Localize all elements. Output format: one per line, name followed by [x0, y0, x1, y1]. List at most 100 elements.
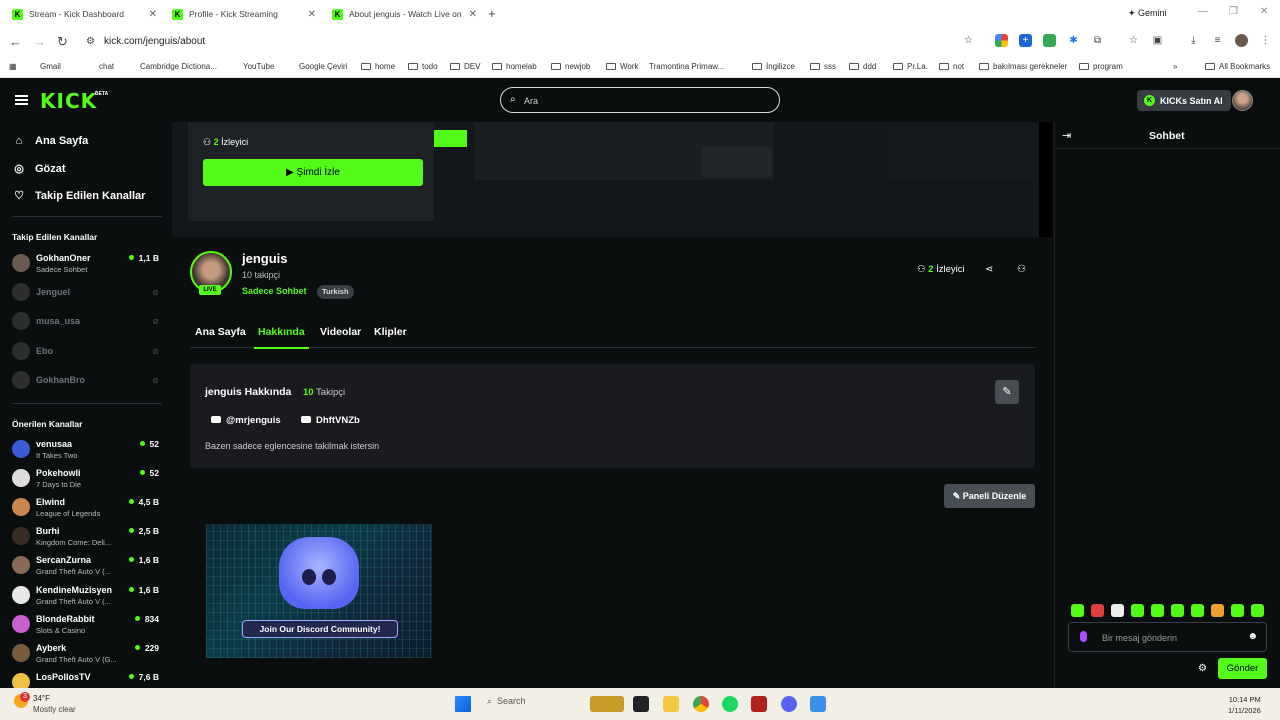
kick-logo[interactable]: KICK — [40, 89, 97, 113]
emote-icon[interactable] — [1111, 604, 1124, 617]
bookmark-home[interactable]: home — [361, 62, 395, 71]
tab-clips[interactable]: Klipler — [374, 326, 407, 338]
discord-link[interactable]: DhftVNZb — [301, 415, 360, 426]
channel-item[interactable]: musa_usa ⊘ — [12, 309, 162, 335]
url-field[interactable]: kick.com/jenguis/about — [104, 36, 205, 47]
system-clock[interactable]: 10:14 PM 1/11/2026 — [1228, 694, 1261, 716]
media-icon[interactable]: ≡ — [1211, 34, 1224, 47]
search-input[interactable]: ⌕ Ara — [500, 87, 780, 113]
bookmark-tramontina[interactable]: Tramontina Primaw... — [649, 62, 724, 71]
tab-videos[interactable]: Videolar — [320, 326, 361, 338]
close-tab-icon[interactable]: ✕ — [149, 9, 157, 20]
emote-icon[interactable] — [1091, 604, 1104, 617]
channel-item[interactable]: BlondeRabbit Slots & Casino 834 — [12, 612, 162, 638]
reload-icon[interactable]: ↻ — [57, 34, 68, 50]
extension-icon[interactable] — [1043, 34, 1056, 47]
bookmark-ingilizce[interactable]: İngilizce — [752, 62, 795, 71]
emote-icon[interactable] — [1191, 604, 1204, 617]
close-tab-icon[interactable]: ✕ — [469, 9, 477, 20]
back-icon[interactable]: ← — [9, 34, 22, 49]
channel-item[interactable]: Ebo ⊘ — [12, 339, 162, 365]
emote-icon[interactable] — [1231, 604, 1244, 617]
chat-settings-icon[interactable]: ⚙ — [1198, 663, 1207, 674]
new-tab-icon[interactable]: + — [488, 6, 496, 21]
channel-item[interactable]: SercanZurna Grand Theft Auto V (... 1,6 … — [12, 553, 162, 579]
close-window-icon[interactable]: ✕ — [1260, 6, 1268, 17]
discord-panel-image[interactable]: Join Our Discord Community! — [206, 524, 432, 658]
all-bookmarks[interactable]: All Bookmarks — [1205, 62, 1270, 71]
category-link[interactable]: Sadece Sohbet — [242, 286, 307, 296]
bookmark-bakilmasi[interactable]: bakılması gerekneler — [979, 62, 1067, 71]
bookmark-gmail[interactable]: Gmail — [40, 62, 61, 71]
emote-icon[interactable] — [1211, 604, 1224, 617]
menu-dots-icon[interactable]: ⋮ — [1259, 34, 1272, 47]
bookmark-google-ceviri[interactable]: Google Çeviri — [299, 62, 347, 71]
file-explorer-icon[interactable] — [663, 696, 679, 712]
channel-item[interactable]: Ayberk Grand Theft Auto V (G... 229 — [12, 641, 162, 667]
tab-home[interactable]: Ana Sayfa — [195, 326, 246, 338]
channel-item[interactable]: Elwind League of Legends 4,5 B — [12, 495, 162, 521]
share-icon[interactable]: ⋖ — [985, 264, 993, 275]
taskbar-app-icon[interactable] — [810, 696, 826, 712]
channel-item[interactable]: KendineMuzisyen Grand Theft Auto V (... … — [12, 583, 162, 609]
browser-tab-about[interactable]: K About jenguis - Watch Live on ✕ — [332, 4, 477, 24]
extension-icon[interactable] — [995, 34, 1008, 47]
bookmark-work[interactable]: Work — [606, 62, 639, 71]
channel-item[interactable]: GokhanBro ⊘ — [12, 368, 162, 394]
forward-icon[interactable]: → — [33, 34, 46, 49]
sidebar-item-home[interactable]: ⌂ Ana Sayfa — [12, 135, 89, 147]
taskbar-app-icon[interactable] — [751, 696, 767, 712]
sidebar-item-following[interactable]: ♡ Takip Edilen Kanallar — [12, 189, 145, 203]
emoji-icon[interactable]: ☻ — [1247, 631, 1258, 642]
channel-item[interactable]: Jenguel ⊘ — [12, 280, 162, 306]
bookmark-prla[interactable]: Pr.La. — [893, 62, 928, 71]
tab-search-icon[interactable]: ▣ — [1151, 34, 1164, 47]
sidebar-item-browse[interactable]: ◎ Gözat — [12, 162, 65, 176]
minimize-icon[interactable]: — — [1198, 6, 1208, 17]
extension-icon[interactable]: ✱ — [1067, 34, 1080, 47]
bookmark-cambridge[interactable]: Cambridge Dictiona... — [140, 62, 217, 71]
bookmark-youtube[interactable]: YouTube — [243, 62, 274, 71]
bookmark-program[interactable]: program — [1079, 62, 1123, 71]
taskbar-app-icon[interactable] — [633, 696, 649, 712]
close-tab-icon[interactable]: ✕ — [308, 9, 316, 20]
browser-tab-dashboard[interactable]: K Stream - Kick Dashboard ✕ — [12, 4, 157, 24]
apps-grid-icon[interactable]: ▦ — [9, 62, 17, 71]
channel-item[interactable]: GokhanOner Sadece Sohbet 1,1 B — [12, 251, 162, 277]
site-info-icon[interactable]: ⚙ — [86, 36, 95, 47]
send-button[interactable]: Gönder — [1218, 658, 1267, 679]
buy-kicks-button[interactable]: K KICKs Satın Al — [1137, 90, 1231, 111]
edit-icon[interactable]: ✎ — [995, 380, 1019, 404]
user-avatar[interactable] — [1232, 90, 1253, 111]
extensions-puzzle-icon[interactable]: ⧉ — [1091, 34, 1104, 47]
bookmark-chat[interactable]: chat — [99, 62, 114, 71]
emote-icon[interactable] — [1151, 604, 1164, 617]
channel-item[interactable]: Pokehowli 7 Days to Die 52 — [12, 466, 162, 492]
channel-item[interactable]: LosPollosTV 7,6 B — [12, 670, 162, 688]
emote-icon[interactable] — [1251, 604, 1264, 617]
bookmarks-icon[interactable]: ☆ — [1127, 34, 1140, 47]
gemini-button[interactable]: ✦ Gemini — [1128, 8, 1167, 19]
taskbar-app-icon[interactable] — [590, 696, 624, 712]
bookmark-todo[interactable]: todo — [408, 62, 438, 71]
bookmark-dev[interactable]: DEV — [450, 62, 480, 71]
microphone-icon[interactable] — [1080, 631, 1087, 642]
more-bookmarks-icon[interactable]: » — [1173, 62, 1177, 71]
bookmark-newjob[interactable]: newjob — [551, 62, 590, 71]
windows-start-icon[interactable] — [455, 696, 471, 712]
maximize-icon[interactable]: ❐ — [1229, 6, 1238, 17]
collapse-chat-icon[interactable]: ⇥ — [1062, 129, 1071, 142]
extension-icon[interactable]: + — [1019, 34, 1032, 47]
language-tag[interactable]: Turkish — [317, 285, 354, 299]
channel-item[interactable]: Burhi Kingdom Come: Deli... 2,5 B — [12, 524, 162, 550]
watch-now-button[interactable]: ▶ Şimdi İzle — [203, 159, 423, 186]
discord-icon[interactable] — [781, 696, 797, 712]
emote-icon[interactable] — [1131, 604, 1144, 617]
chrome-icon[interactable] — [693, 696, 709, 712]
taskbar-search[interactable]: ⌕ Search — [487, 696, 526, 707]
browser-tab-profile[interactable]: K Profile - Kick Streaming ✕ — [172, 4, 316, 24]
bookmark-not[interactable]: not — [939, 62, 964, 71]
chat-message-input[interactable]: Bir mesaj gönderin ☻ — [1068, 622, 1267, 652]
bookmark-sss[interactable]: sss — [810, 62, 836, 71]
menu-hamburger-icon[interactable] — [15, 95, 28, 105]
